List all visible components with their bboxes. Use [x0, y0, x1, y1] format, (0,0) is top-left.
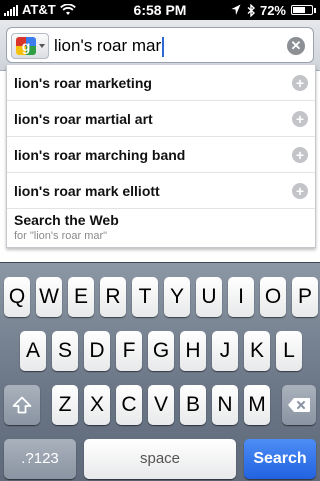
- delete-key[interactable]: [282, 385, 316, 425]
- text-cursor: [162, 36, 165, 57]
- key-c[interactable]: C: [116, 385, 142, 425]
- key-j[interactable]: J: [212, 331, 238, 371]
- search-the-web-subtitle: for "lion's roar mar": [14, 230, 108, 242]
- key-t[interactable]: T: [132, 277, 158, 317]
- plus-icon[interactable]: +: [292, 111, 308, 127]
- status-bar: AT&T 6:58 PM 72%: [0, 0, 320, 20]
- key-l[interactable]: L: [276, 331, 302, 371]
- shift-key[interactable]: [4, 385, 40, 425]
- suggestion-text: lion's roar marketing: [14, 75, 152, 91]
- key-v[interactable]: V: [148, 385, 174, 425]
- key-a[interactable]: A: [20, 331, 46, 371]
- search-box[interactable]: g lion's roar mar ✕: [6, 27, 314, 63]
- key-b[interactable]: B: [180, 385, 206, 425]
- search-the-web-item[interactable]: Search the Web for "lion's roar mar": [7, 209, 315, 247]
- key-h[interactable]: H: [180, 331, 206, 371]
- suggestion-list: lion's roar marketing + lion's roar mart…: [6, 65, 316, 248]
- status-right: 72%: [225, 2, 316, 18]
- key-o[interactable]: O: [260, 277, 286, 317]
- key-m[interactable]: M: [244, 385, 270, 425]
- search-query-text: lion's roar mar: [54, 36, 162, 55]
- key-q[interactable]: Q: [4, 277, 30, 317]
- key-s[interactable]: S: [52, 331, 78, 371]
- plus-icon[interactable]: +: [292, 75, 308, 91]
- key-z[interactable]: Z: [52, 385, 78, 425]
- shift-icon: [12, 396, 32, 414]
- key-y[interactable]: Y: [164, 277, 190, 317]
- key-e[interactable]: E: [68, 277, 94, 317]
- google-g-logo: g: [16, 37, 36, 55]
- suggestion-item[interactable]: lion's roar marching band +: [7, 137, 315, 173]
- key-f[interactable]: F: [116, 331, 142, 371]
- key-d[interactable]: D: [84, 331, 110, 371]
- key-p[interactable]: P: [292, 277, 318, 317]
- clear-icon[interactable]: ✕: [287, 37, 305, 55]
- numbers-key[interactable]: .?123: [4, 439, 76, 479]
- key-x[interactable]: X: [84, 385, 110, 425]
- key-w[interactable]: W: [36, 277, 62, 317]
- key-k[interactable]: K: [244, 331, 270, 371]
- plus-icon[interactable]: +: [292, 183, 308, 199]
- key-n[interactable]: N: [212, 385, 238, 425]
- suggestion-text: lion's roar marching band: [14, 147, 186, 163]
- search-the-web-title: Search the Web: [14, 212, 119, 228]
- chevron-down-icon: [39, 44, 45, 48]
- search-button[interactable]: Search: [244, 439, 316, 479]
- bluetooth-icon: [247, 3, 255, 17]
- battery-icon: [291, 5, 316, 15]
- delete-icon: [288, 398, 310, 412]
- plus-icon[interactable]: +: [292, 147, 308, 163]
- suggestion-item[interactable]: lion's roar marketing +: [7, 65, 315, 101]
- suggestion-text: lion's roar mark elliott: [14, 183, 160, 199]
- key-r[interactable]: R: [100, 277, 126, 317]
- suggestion-item[interactable]: lion's roar mark elliott +: [7, 173, 315, 209]
- space-key[interactable]: space: [84, 439, 236, 479]
- search-header: g lion's roar mar ✕: [0, 20, 320, 71]
- key-i[interactable]: I: [228, 277, 254, 317]
- location-icon: [231, 4, 241, 15]
- battery-percent: 72%: [259, 2, 286, 18]
- suggestion-item[interactable]: lion's roar martial art +: [7, 101, 315, 137]
- suggestion-text: lion's roar martial art: [14, 111, 153, 127]
- keyboard: Q W E R T Y U I O P A S D F G H J K L Z …: [0, 262, 320, 481]
- search-input[interactable]: lion's roar mar: [54, 32, 274, 60]
- key-g[interactable]: G: [148, 331, 174, 371]
- key-u[interactable]: U: [196, 277, 222, 317]
- google-logo-icon[interactable]: g: [11, 33, 49, 59]
